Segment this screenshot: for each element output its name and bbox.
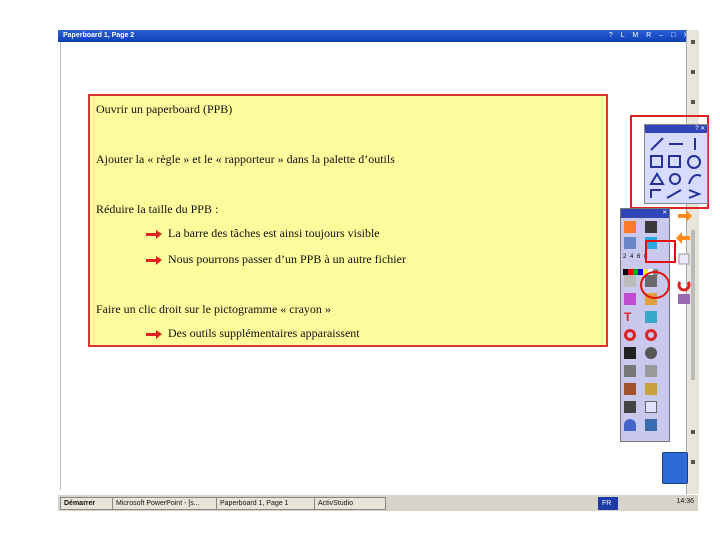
- arrow-icon: [146, 256, 162, 265]
- start-button[interactable]: Démarrer: [60, 497, 116, 510]
- language-indicator[interactable]: FR: [598, 497, 618, 510]
- taskbar-item-paperboard[interactable]: Paperboard 1, Page 1: [216, 497, 318, 510]
- arrow-icon[interactable]: [624, 221, 636, 233]
- page-icon[interactable]: [645, 221, 657, 233]
- pen-highlight: [640, 271, 670, 299]
- instruction-callout: Ouvrir un paperboard (PPB) Ajouter la « …: [88, 94, 608, 347]
- scroll-marker: [691, 430, 695, 434]
- instruction-line: Ouvrir un paperboard (PPB): [96, 102, 233, 116]
- tools-icon[interactable]: [624, 365, 636, 377]
- scroll-marker: [691, 40, 695, 44]
- star-icon[interactable]: [645, 383, 657, 395]
- text-icon[interactable]: T: [624, 311, 636, 323]
- taskbar-item-activstudio[interactable]: ActivStudio: [314, 497, 386, 510]
- instruction-subline: Des outils supplémentaires apparaissent: [168, 326, 360, 340]
- window-title: Paperboard 1, Page 2: [63, 32, 135, 39]
- page-blank-icon[interactable]: [645, 401, 657, 413]
- side-toolbar-icons[interactable]: [676, 210, 692, 310]
- scroll-marker: [691, 100, 695, 104]
- instruction-subline: Nous pourrons passer d’un PPB à un autre…: [168, 252, 406, 266]
- camera-icon[interactable]: [624, 347, 636, 359]
- clock: 14:36: [676, 498, 694, 505]
- instruction-line: Réduire la taille du PPB :: [96, 202, 219, 216]
- spotlight-icon[interactable]: [645, 347, 657, 359]
- scroll-marker: [691, 460, 695, 464]
- keyboard-icon[interactable]: [624, 383, 636, 395]
- protractor-icon[interactable]: [624, 419, 636, 431]
- taskbar-item-powerpoint[interactable]: Microsoft PowerPoint - [s...: [112, 497, 220, 510]
- shape-tools-icon[interactable]: [649, 136, 705, 200]
- window-controls[interactable]: ? L M R – □ ✕: [609, 30, 692, 42]
- trash-icon[interactable]: [662, 452, 688, 484]
- instruction-line: Faire un clic droit sur le pictogramme «…: [96, 302, 331, 316]
- fill-icon[interactable]: [645, 311, 657, 323]
- browser-icon[interactable]: [624, 237, 636, 249]
- taskbar: Démarrer Microsoft PowerPoint - [s... Pa…: [58, 494, 698, 511]
- instruction-line: Ajouter la « règle » et le « rapporteur …: [96, 152, 395, 166]
- grid-icon[interactable]: [624, 401, 636, 413]
- palette-header[interactable]: ? ✕: [645, 125, 707, 133]
- title-bar[interactable]: Paperboard 1, Page 2 ? L M R – □ ✕: [58, 30, 698, 42]
- ruler-highlight: [645, 240, 676, 263]
- highlighter-icon[interactable]: [624, 293, 636, 305]
- shapes-palette[interactable]: ? ✕: [644, 124, 708, 204]
- redo-icon[interactable]: [645, 329, 657, 341]
- undo-icon[interactable]: [624, 329, 636, 341]
- folder-icon[interactable]: [645, 419, 657, 431]
- instruction-subline: La barre des tâches est ainsi toujours v…: [168, 226, 380, 240]
- arrow-icon: [146, 230, 162, 239]
- magnifier-icon[interactable]: [645, 365, 657, 377]
- scroll-marker: [691, 70, 695, 74]
- pointer-icon[interactable]: [624, 275, 636, 287]
- palette-header[interactable]: ✕: [621, 209, 669, 218]
- arrow-icon: [146, 330, 162, 339]
